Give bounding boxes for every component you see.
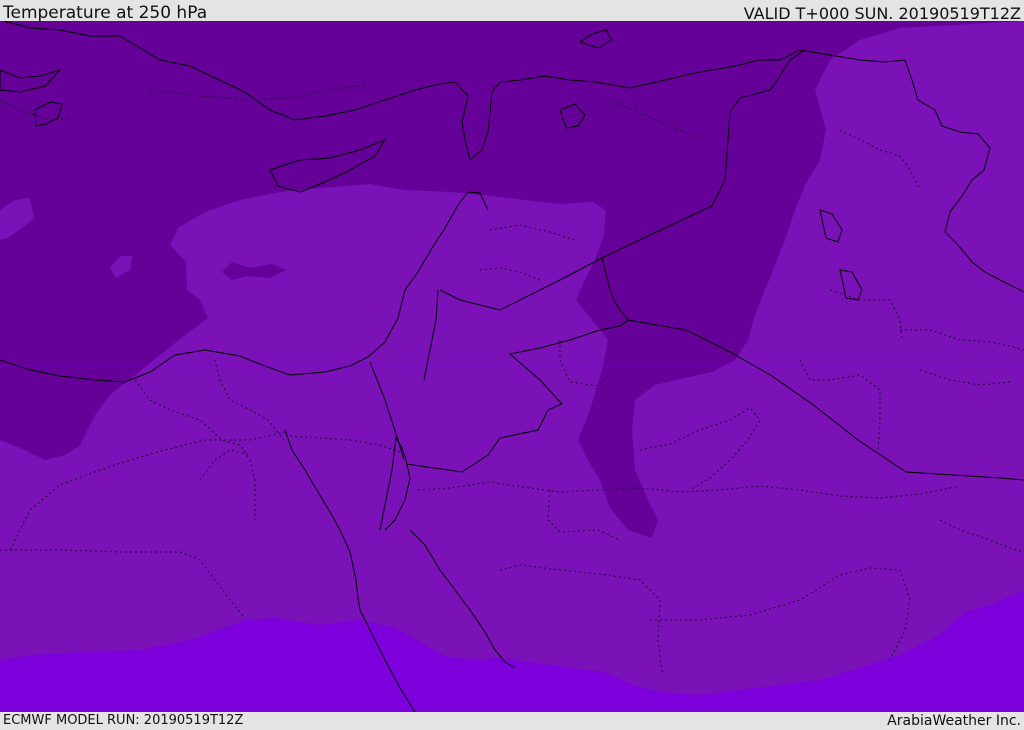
weather-map[interactable] (0, 21, 1024, 712)
map-title: Temperature at 250 hPa (3, 3, 208, 23)
model-run-label: ECMWF MODEL RUN: 20190519T12Z (3, 713, 244, 728)
temperature-map-svg (0, 21, 1024, 712)
header-bar: Temperature at 250 hPa VALID T+000 SUN. … (0, 0, 1024, 23)
footer-bar: ECMWF MODEL RUN: 20190519T12Z ArabiaWeat… (0, 712, 1024, 729)
credit-label: ArabiaWeather Inc. (887, 713, 1021, 729)
